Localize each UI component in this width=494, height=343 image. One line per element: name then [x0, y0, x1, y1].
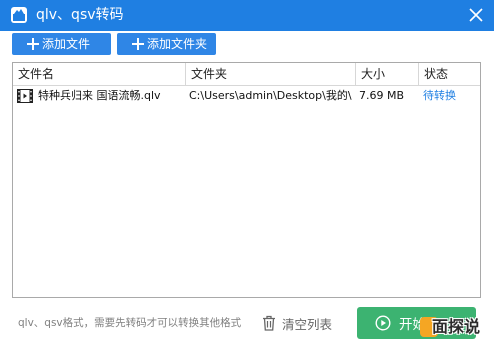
trash-icon: [263, 315, 275, 331]
app-convert-icon: [11, 7, 27, 23]
add-folder-button[interactable]: 添加文件夹: [117, 33, 216, 55]
add-folder-label: 添加文件夹: [147, 37, 208, 51]
watermark-text: 面探说: [432, 317, 481, 336]
format-hint: qlv、qsv格式，需要先转码才可以转换其他格式: [18, 317, 242, 329]
file-name: 特种兵归来 国语流畅.qlv: [38, 89, 161, 102]
status-link[interactable]: 待转换: [423, 86, 479, 106]
folder-path: C:\Users\admin\Desktop\我的\: [189, 89, 352, 102]
close-icon: [469, 8, 483, 22]
watermark: 面探说: [420, 313, 492, 341]
table-row[interactable]: 特种兵归来 国语流畅.qlv C:\Users\admin\Desktop\我的…: [13, 86, 480, 106]
column-header-size[interactable]: 大小: [356, 63, 419, 85]
add-file-button[interactable]: 添加文件: [12, 33, 111, 55]
plus-icon: [131, 37, 145, 51]
window-title: qlv、qsv转码: [36, 7, 124, 23]
column-header-folder[interactable]: 文件夹: [186, 63, 356, 85]
file-table: 文件名 文件夹 大小 状态 特种兵归来 国语流畅.qlv C:\Users\ad…: [12, 62, 481, 298]
column-header-name[interactable]: 文件名: [13, 63, 186, 85]
column-header-status[interactable]: 状态: [419, 63, 480, 85]
file-size: 7.69 MB: [359, 89, 405, 102]
file-name-cell: 特种兵归来 国语流畅.qlv: [17, 86, 185, 106]
title-bar: qlv、qsv转码: [0, 0, 494, 31]
clear-list-button[interactable]: 清空列表: [262, 312, 346, 334]
play-circle-icon: [375, 315, 391, 331]
video-file-icon: [17, 89, 33, 103]
close-button[interactable]: [465, 4, 487, 26]
clear-list-label: 清空列表: [282, 316, 333, 332]
converter-window: qlv、qsv转码 添加文件 添加文件夹 文件名 文件夹 大小 状态 特种兵归来…: [0, 0, 494, 343]
table-header: 文件名 文件夹 大小 状态: [13, 63, 480, 86]
add-file-label: 添加文件: [42, 37, 91, 51]
plus-icon: [26, 37, 40, 51]
